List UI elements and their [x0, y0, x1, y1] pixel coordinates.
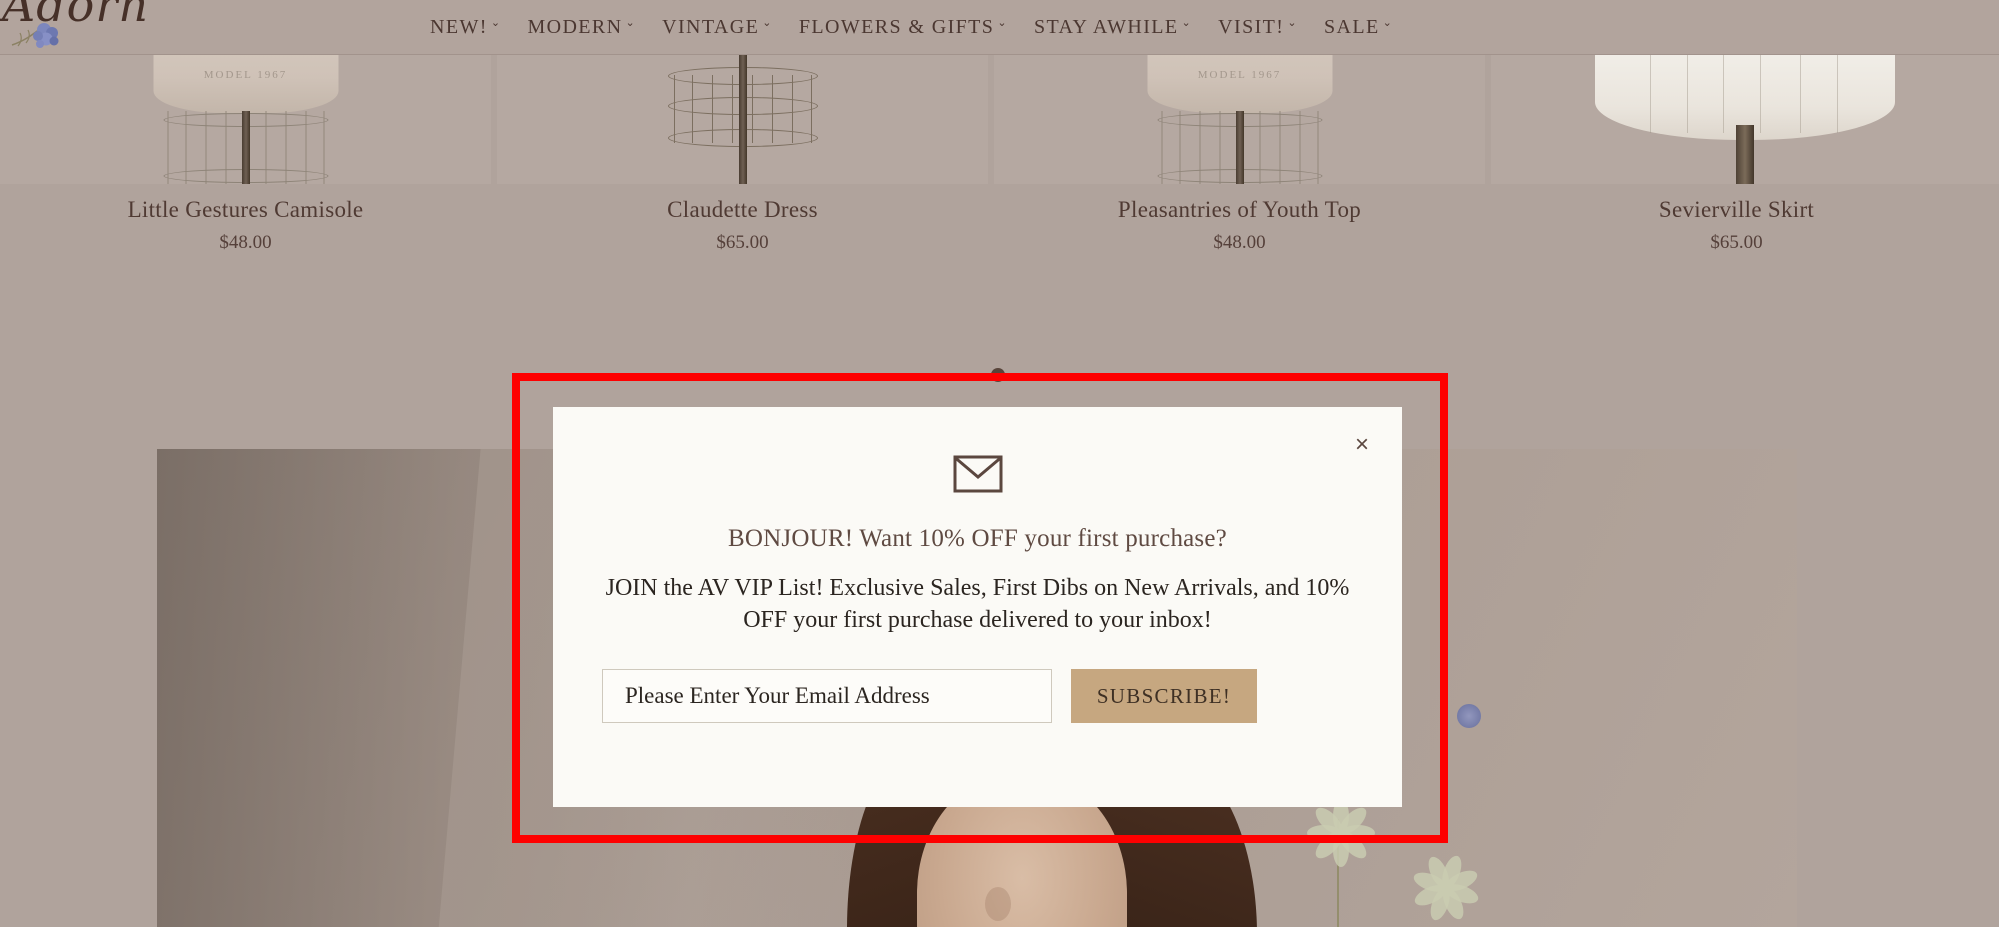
dress-form-year: MODEL 1967: [1197, 69, 1282, 81]
product-name: Little Gestures Camisole: [127, 197, 364, 222]
product-price: $65.00: [716, 232, 769, 253]
site-header: Adorn NEW! ⌄ MODERN ⌄ VINTAGE ⌄ FLOWERS …: [0, 0, 1999, 55]
product-image[interactable]: [497, 55, 988, 184]
newsletter-signup-modal: × BONJOUR! Want 10% OFF your first purch…: [553, 407, 1402, 807]
nav-item-label: VISIT!: [1218, 16, 1285, 38]
chevron-down-icon: ⌄: [1382, 17, 1394, 29]
dress-form-base: [1736, 125, 1754, 184]
dried-flower: [1411, 853, 1482, 924]
newsletter-form: SUBSCRIBE!: [602, 669, 1257, 723]
product-name: Claudette Dress: [667, 197, 818, 222]
dried-flower: [1307, 799, 1377, 869]
envelope-icon: [953, 454, 1003, 494]
product-price: $65.00: [1710, 232, 1763, 253]
nav-item-stay-awhile[interactable]: STAY AWHILE ⌄: [1034, 16, 1192, 39]
nav-item-visit[interactable]: VISIT! ⌄: [1218, 16, 1298, 39]
product-name: Sevierville Skirt: [1658, 197, 1815, 222]
nav-item-new[interactable]: NEW! ⌄: [430, 16, 501, 39]
carousel-dot-active[interactable]: [991, 368, 1005, 382]
dress-form-pole: [241, 111, 250, 184]
dress-form-pole: [1235, 111, 1244, 184]
product-card[interactable]: Claudette Dress $65.00: [497, 55, 988, 301]
product-price: $48.00: [1213, 232, 1266, 253]
nav-item-vintage[interactable]: VINTAGE ⌄: [662, 16, 773, 39]
nav-item-label: MODERN: [527, 16, 623, 38]
nav-item-sale[interactable]: SALE ⌄: [1324, 16, 1393, 39]
product-price: $48.00: [219, 232, 272, 253]
dress-form-size: 12: [1230, 55, 1250, 58]
product-image[interactable]: [1491, 55, 1999, 184]
chevron-down-icon: ⌄: [1287, 17, 1298, 29]
site-logo[interactable]: Adorn: [0, 0, 175, 54]
chevron-down-icon: ⌄: [490, 17, 502, 29]
chevron-down-icon: ⌄: [997, 17, 1008, 29]
nav-item-label: FLOWERS & GIFTS: [798, 16, 995, 38]
nav-item-label: STAY AWHILE: [1033, 16, 1179, 38]
close-icon[interactable]: ×: [1345, 428, 1379, 462]
chevron-down-icon: ⌄: [1181, 17, 1193, 29]
floral-sprig-icon: [11, 23, 59, 48]
nav-item-label: SALE: [1323, 16, 1380, 38]
subscribe-button[interactable]: SUBSCRIBE!: [1071, 669, 1257, 723]
chevron-down-icon: ⌄: [762, 17, 773, 29]
dress-form-pole: [738, 55, 747, 184]
page-root: Adorn NEW! ⌄ MODERN ⌄ VINTAGE ⌄ FLOWERS …: [0, 0, 1999, 927]
main-navigation: NEW! ⌄ MODERN ⌄ VINTAGE ⌄ FLOWERS & GIFT…: [430, 0, 1393, 54]
nav-item-label: NEW!: [430, 16, 488, 38]
nav-item-modern[interactable]: MODERN ⌄: [527, 16, 636, 39]
nav-item-flowers-and-gifts[interactable]: FLOWERS & GIFTS ⌄: [799, 16, 1008, 39]
product-grid: 12 MODEL 1967 Little: [0, 55, 1999, 301]
chevron-down-icon: ⌄: [625, 17, 637, 29]
product-image[interactable]: 12 MODEL 1967: [0, 55, 491, 184]
dress-form-size: 12: [236, 55, 256, 58]
blue-flower: [1457, 704, 1481, 728]
product-card[interactable]: 12 MODEL 1967 Pleasa: [994, 55, 1485, 301]
modal-body-text: JOIN the AV VIP List! Exclusive Sales, F…: [605, 575, 1350, 634]
modal-heading: BONJOUR! Want 10% OFF your first purchas…: [728, 525, 1227, 552]
product-name: Pleasantries of Youth Top: [1117, 197, 1362, 222]
product-image[interactable]: 12 MODEL 1967: [994, 55, 1485, 184]
model-nose: [985, 887, 1011, 921]
dress-form-year: MODEL 1967: [203, 69, 288, 81]
product-card[interactable]: 12 MODEL 1967 Little: [0, 55, 491, 301]
email-field[interactable]: [602, 669, 1052, 723]
dress-form-torso: 12 MODEL 1967: [153, 55, 338, 113]
nav-item-label: VINTAGE: [662, 16, 760, 38]
product-card[interactable]: Sevierville Skirt $65.00: [1491, 55, 1999, 301]
dress-form-torso: 12 MODEL 1967: [1147, 55, 1332, 113]
